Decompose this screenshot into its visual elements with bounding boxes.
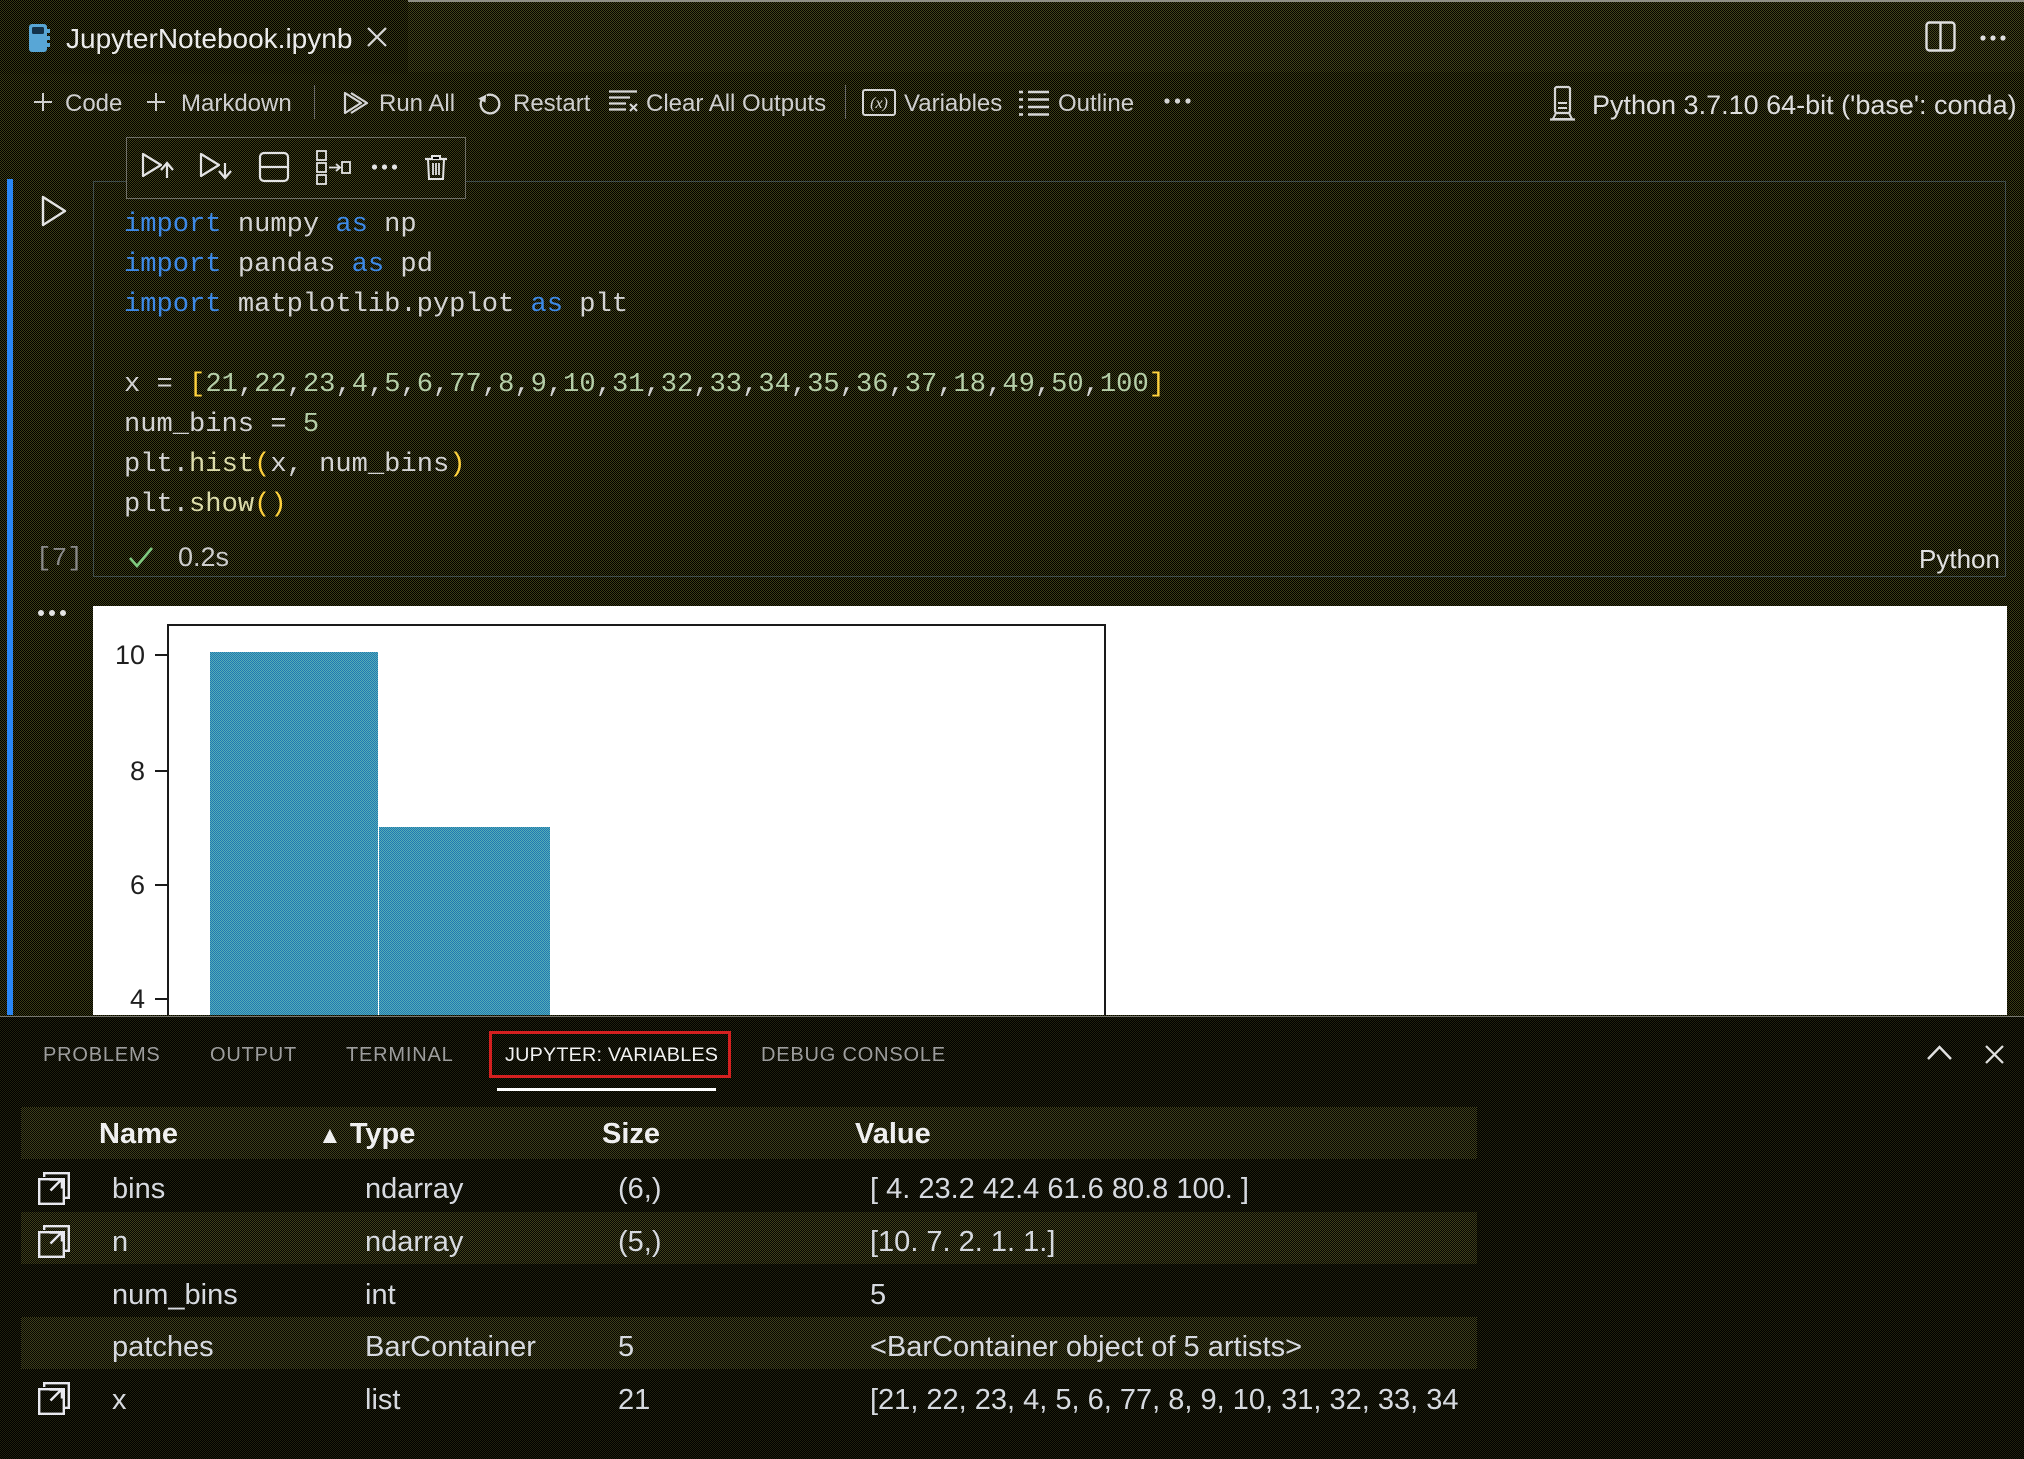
svg-text:(x): (x) [870,95,888,112]
